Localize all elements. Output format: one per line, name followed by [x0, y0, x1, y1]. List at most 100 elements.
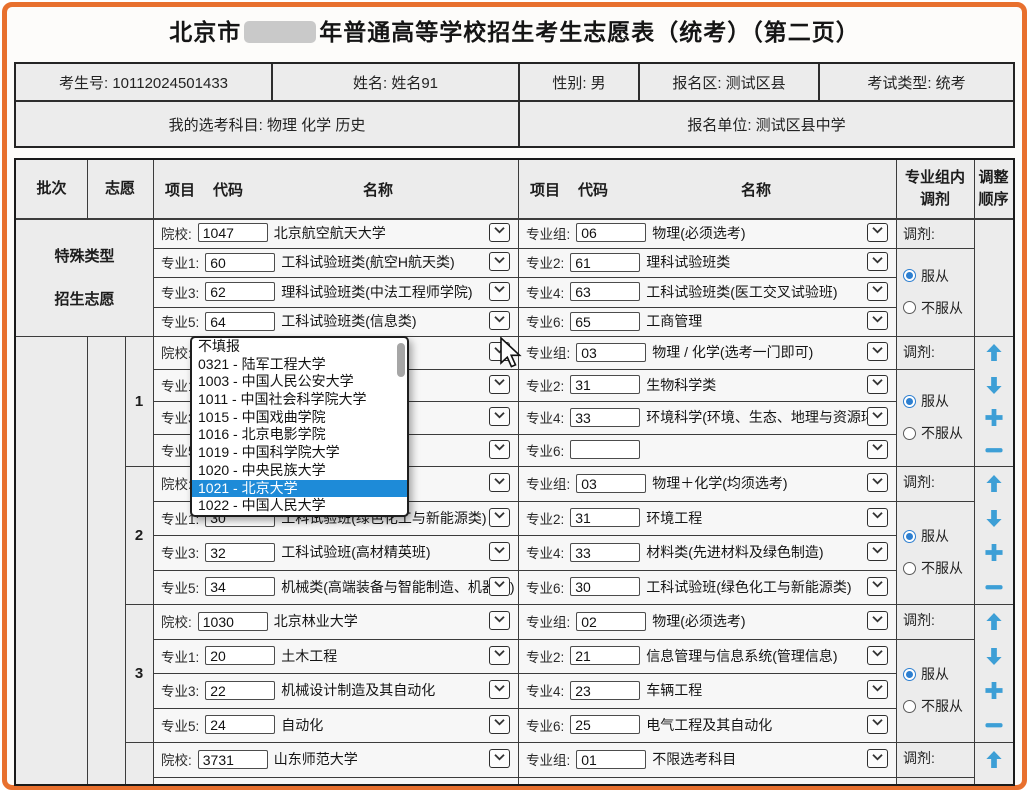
dropdown-toggle-button[interactable]: [867, 542, 888, 561]
code-input[interactable]: 65: [570, 312, 640, 331]
dropdown-toggle-button[interactable]: [867, 473, 888, 492]
code-input[interactable]: 20: [205, 646, 275, 665]
code-input[interactable]: 62: [205, 282, 275, 301]
radio-option-refuse[interactable]: 不服从: [903, 423, 963, 443]
dropdown-toggle-button[interactable]: [867, 375, 888, 394]
arrow-minus-icon[interactable]: [984, 578, 1003, 596]
dropdown-item[interactable]: 1022 - 中国人民大学: [192, 497, 407, 515]
code-input[interactable]: 24: [205, 715, 275, 734]
dropdown-toggle-button[interactable]: [489, 375, 510, 394]
dropdown-toggle-button[interactable]: [867, 577, 888, 596]
code-input[interactable]: 25: [570, 715, 640, 734]
dropdown-toggle-button[interactable]: [489, 680, 510, 699]
dropdown-toggle-button[interactable]: [489, 407, 510, 426]
arrow-down-icon[interactable]: [984, 785, 1003, 786]
code-input[interactable]: 3731: [198, 750, 268, 769]
dropdown-toggle-button[interactable]: [489, 223, 510, 242]
arrow-down-icon[interactable]: [984, 647, 1003, 671]
code-input[interactable]: 63: [570, 282, 640, 301]
dropdown-toggle-button[interactable]: [867, 282, 888, 301]
dropdown-toggle-button[interactable]: [489, 252, 510, 271]
arrow-plus-icon[interactable]: [984, 681, 1003, 705]
code-input[interactable]: 64: [205, 312, 275, 331]
radio-refuse[interactable]: [903, 301, 916, 314]
code-input[interactable]: 22: [205, 681, 275, 700]
dropdown-item[interactable]: 1003 - 中国人民公安大学: [192, 373, 407, 391]
dropdown-toggle-button[interactable]: [867, 223, 888, 242]
radio-refuse[interactable]: [903, 700, 916, 713]
dropdown-toggle-button[interactable]: [489, 311, 510, 330]
arrow-minus-icon[interactable]: [984, 716, 1003, 734]
dropdown-item[interactable]: 1021 - 北京大学: [192, 480, 407, 498]
dropdown-toggle-button[interactable]: [489, 715, 510, 734]
code-input[interactable]: 60: [205, 253, 275, 272]
radio-option-refuse[interactable]: 不服从: [903, 558, 963, 578]
dropdown-toggle-button[interactable]: [867, 646, 888, 665]
dropdown-item[interactable]: 1020 - 中央民族大学: [192, 462, 407, 480]
code-input[interactable]: 34: [205, 577, 275, 596]
dropdown-toggle-button[interactable]: [489, 577, 510, 596]
arrow-plus-icon[interactable]: [984, 543, 1003, 567]
code-input[interactable]: 31: [570, 375, 640, 394]
arrow-down-icon[interactable]: [984, 509, 1003, 533]
code-input[interactable]: 21: [570, 646, 640, 665]
radio-option-obey[interactable]: 服从: [903, 664, 963, 684]
dropdown-toggle-button[interactable]: [489, 440, 510, 459]
radio-option-obey[interactable]: 服从: [903, 266, 963, 286]
code-input[interactable]: 03: [576, 343, 646, 362]
dropdown-scrollbar-thumb[interactable]: [397, 343, 405, 377]
code-input[interactable]: 1047: [198, 223, 268, 242]
dropdown-item[interactable]: 1019 - 中国科学院大学: [192, 444, 407, 462]
dropdown-item[interactable]: 1015 - 中国戏曲学院: [192, 409, 407, 427]
dropdown-toggle-button[interactable]: [489, 611, 510, 630]
code-input[interactable]: 30: [570, 577, 640, 596]
radio-obey[interactable]: [903, 395, 916, 408]
code-input[interactable]: 03: [576, 474, 646, 493]
code-input[interactable]: [570, 784, 640, 786]
radio-option-obey[interactable]: 服从: [903, 391, 963, 411]
arrow-up-icon[interactable]: [984, 612, 1003, 636]
code-input[interactable]: 01: [576, 750, 646, 769]
arrow-down-icon[interactable]: [984, 376, 1003, 400]
code-input[interactable]: [570, 440, 640, 459]
dropdown-item[interactable]: 0321 - 陆军工程大学: [192, 356, 407, 374]
dropdown-toggle-button[interactable]: [867, 508, 888, 527]
code-input[interactable]: 32: [205, 543, 275, 562]
radio-obey[interactable]: [903, 530, 916, 543]
dropdown-item[interactable]: 不填报: [192, 338, 407, 356]
dropdown-toggle-button[interactable]: [489, 542, 510, 561]
radio-option-obey[interactable]: 服从: [903, 526, 963, 546]
dropdown-toggle-button[interactable]: [489, 282, 510, 301]
code-input[interactable]: [205, 784, 275, 786]
radio-obey[interactable]: [903, 668, 916, 681]
arrow-up-icon[interactable]: [984, 750, 1003, 774]
arrow-plus-icon[interactable]: [984, 408, 1003, 432]
dropdown-toggle-button[interactable]: [489, 508, 510, 527]
dropdown-toggle-button[interactable]: [867, 311, 888, 330]
dropdown-item[interactable]: 1011 - 中国社会科学院大学: [192, 391, 407, 409]
code-input[interactable]: 61: [570, 253, 640, 272]
code-input[interactable]: 31: [570, 508, 640, 527]
code-input[interactable]: 33: [570, 543, 640, 562]
dropdown-toggle-button[interactable]: [867, 342, 888, 361]
radio-obey[interactable]: [903, 269, 916, 282]
dropdown-item[interactable]: 1016 - 北京电影学院: [192, 426, 407, 444]
code-input[interactable]: 02: [576, 612, 646, 631]
dropdown-toggle-button[interactable]: [489, 784, 510, 786]
dropdown-toggle-button[interactable]: [489, 749, 510, 768]
code-input[interactable]: 33: [570, 408, 640, 427]
dropdown-toggle-button[interactable]: [867, 611, 888, 630]
dropdown-toggle-button[interactable]: [867, 784, 888, 786]
radio-refuse[interactable]: [903, 562, 916, 575]
code-input[interactable]: 06: [576, 223, 646, 242]
code-input[interactable]: 1030: [198, 612, 268, 631]
arrow-up-icon[interactable]: [984, 474, 1003, 498]
arrow-up-icon[interactable]: [984, 343, 1003, 367]
radio-option-refuse[interactable]: 不服从: [903, 298, 963, 318]
dropdown-toggle-button[interactable]: [867, 407, 888, 426]
radio-refuse[interactable]: [903, 427, 916, 440]
dropdown-toggle-button[interactable]: [489, 473, 510, 492]
arrow-minus-icon[interactable]: [984, 441, 1003, 459]
dropdown-toggle-button[interactable]: [867, 715, 888, 734]
dropdown-toggle-button[interactable]: [867, 749, 888, 768]
